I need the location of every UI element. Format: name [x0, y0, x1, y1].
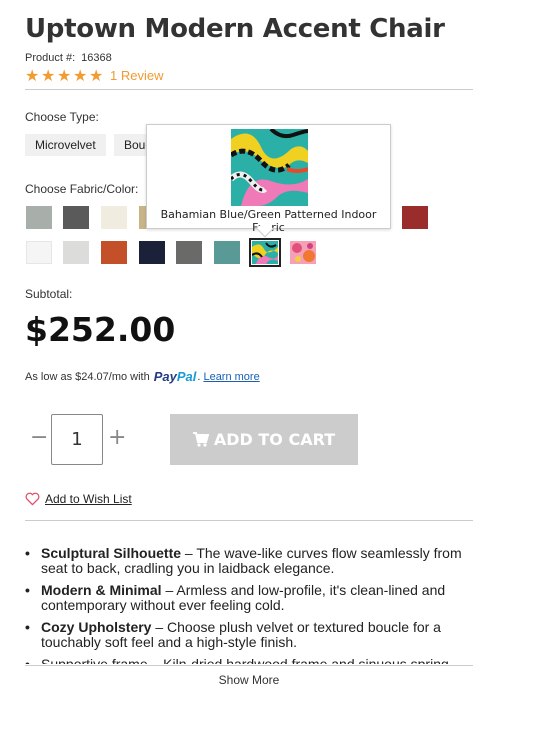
swatch-light-gray[interactable]	[63, 241, 89, 264]
star-icon: ★	[89, 66, 104, 85]
swatch-rust[interactable]	[101, 241, 127, 264]
price: $252.00	[25, 310, 176, 349]
type-option-microvelvet[interactable]: Microvelvet	[25, 134, 106, 156]
subtotal-label: Subtotal:	[25, 287, 73, 301]
quantity-increase-button[interactable]: +	[108, 426, 126, 450]
feature-list: • Sculptural Silhouette – The wave-like …	[25, 546, 473, 664]
pattern-swatch-image	[252, 241, 278, 264]
quantity-decrease-button[interactable]: −	[30, 426, 48, 450]
bullet-icon: •	[25, 546, 30, 561]
product-number-value: 16368	[81, 52, 112, 64]
product-number-label: Product #:	[25, 52, 76, 64]
feature-text: Cozy Upholstery – Choose plush velvet or…	[41, 619, 441, 650]
swatch-pink-pattern[interactable]	[290, 241, 316, 264]
divider	[25, 520, 473, 521]
swatch-gray[interactable]	[26, 206, 52, 229]
paypal-prefix: As low as $24.07/mo with	[25, 370, 150, 383]
swatch-teal[interactable]	[214, 241, 240, 264]
swatch-burgundy[interactable]	[402, 206, 428, 229]
cart-icon	[192, 432, 209, 447]
list-item: • Cozy Upholstery – Choose plush velvet …	[25, 620, 473, 650]
product-title: Uptown Modern Accent Chair	[25, 14, 445, 44]
add-to-cart-label: ADD TO CART	[213, 430, 336, 449]
star-rating: ★ ★ ★ ★ ★	[25, 66, 104, 85]
list-item: • Sculptural Silhouette – The wave-like …	[25, 546, 473, 576]
star-icon: ★	[41, 66, 56, 85]
star-icon: ★	[73, 66, 88, 85]
bullet-icon: •	[25, 619, 30, 635]
paypal-logo-pay: Pay	[153, 369, 177, 384]
product-number: Product #: 16368	[25, 52, 112, 64]
add-to-cart-button[interactable]: ADD TO CART	[170, 414, 358, 465]
list-item: • Modern & Minimal – Armless and low-pro…	[25, 583, 473, 613]
bullet-icon: •	[25, 656, 30, 665]
feature-text: Sculptural Silhouette – The wave-like cu…	[41, 546, 462, 576]
feature-text: Modern & Minimal – Armless and low-profi…	[41, 582, 446, 613]
swatch-navy[interactable]	[139, 241, 165, 264]
bullet-icon: •	[25, 582, 30, 598]
swatch-cream[interactable]	[101, 206, 127, 229]
type-label: Choose Type:	[25, 110, 99, 124]
rating: ★ ★ ★ ★ ★ 1 Review	[25, 66, 163, 85]
paypal-financing: As low as $24.07/mo with PayPal. Learn m…	[25, 369, 260, 384]
show-more-button[interactable]: Show More	[0, 673, 498, 687]
learn-more-link[interactable]: Learn more	[203, 371, 259, 383]
heart-icon	[25, 492, 40, 506]
add-to-wishlist[interactable]: Add to Wish List	[25, 492, 132, 506]
divider	[25, 89, 473, 90]
quantity-input[interactable]	[51, 414, 103, 465]
fabric-preview-image	[231, 129, 308, 206]
swatch-tooltip: Bahamian Blue/Green Patterned Indoor Fab…	[146, 124, 391, 238]
swatch-white[interactable]	[26, 241, 52, 264]
star-icon: ★	[57, 66, 72, 85]
fabric-label: Choose Fabric/Color:	[25, 182, 139, 196]
divider	[25, 665, 473, 666]
paypal-dot: .	[197, 370, 201, 383]
paypal-logo-pal: Pal	[176, 369, 197, 384]
swatch-slate[interactable]	[176, 241, 202, 264]
wishlist-label: Add to Wish List	[45, 492, 132, 506]
feature-text: Supportive frame – Kiln-dried hardwood f…	[41, 656, 449, 665]
paypal-logo: PayPal	[154, 369, 197, 384]
star-icon: ★	[25, 66, 40, 85]
list-item: • Supportive frame – Kiln-dried hardwood…	[25, 656, 473, 665]
reviews-link[interactable]: 1 Review	[110, 68, 163, 83]
swatch-charcoal[interactable]	[63, 206, 89, 229]
swatch-bahamian-blue-green-pattern[interactable]	[249, 238, 281, 267]
pattern-swatch-image	[290, 241, 316, 264]
